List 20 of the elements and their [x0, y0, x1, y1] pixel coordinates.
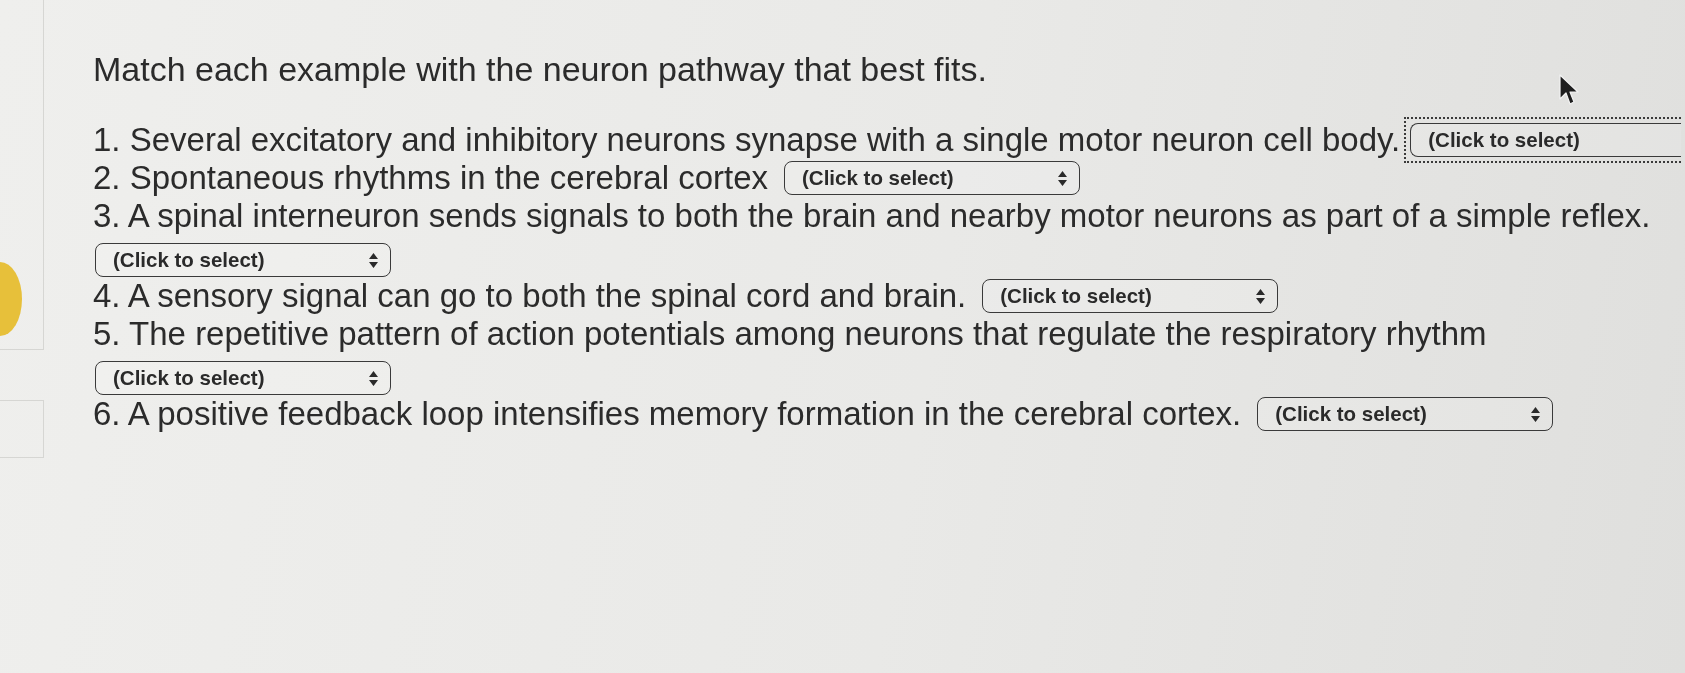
side-panel — [0, 400, 44, 458]
question-text: 4. A sensory signal can go to both the spinal cord and brain. — [93, 277, 967, 315]
instruction-text: Match each example with the neuron pathway that best fits. — [93, 49, 988, 89]
updown-arrows-icon — [369, 370, 378, 386]
question-text: 6. A positive feedback loop intensifies memory formation in the cerebral cortex. — [93, 395, 1242, 433]
answer-dropdown[interactable]: (Click to select) — [980, 277, 1281, 315]
updown-arrows-icon — [1256, 288, 1266, 304]
question-text: 5. The repetitive pattern of action potentials among neurons that regulate the respiratory rhythm — [93, 315, 1487, 353]
mouse-pointer-icon — [1558, 74, 1580, 106]
answer-dropdown[interactable]: (Click to select) — [93, 241, 393, 279]
answer-dropdown[interactable]: (Click to select) — [782, 159, 1083, 197]
updown-arrows-icon — [369, 252, 378, 268]
updown-arrows-icon — [1531, 406, 1541, 422]
question-text: 3. A spinal interneuron sends signals to both the brain and nearby motor neurons as part of a simple reflex. — [93, 197, 1651, 235]
updown-arrows-icon — [1058, 170, 1068, 186]
answer-dropdown[interactable]: (Click to select) — [1404, 117, 1681, 163]
answer-dropdown[interactable]: (Click to select) — [93, 359, 393, 397]
answer-dropdown[interactable]: (Click to select) — [1255, 395, 1556, 433]
question-text: 2. Spontaneous rhythms in the cerebral cortex — [93, 159, 769, 197]
question-text: 1. Several excitatory and inhibitory neurons synapse with a single motor neuron cell body. — [93, 121, 1401, 159]
